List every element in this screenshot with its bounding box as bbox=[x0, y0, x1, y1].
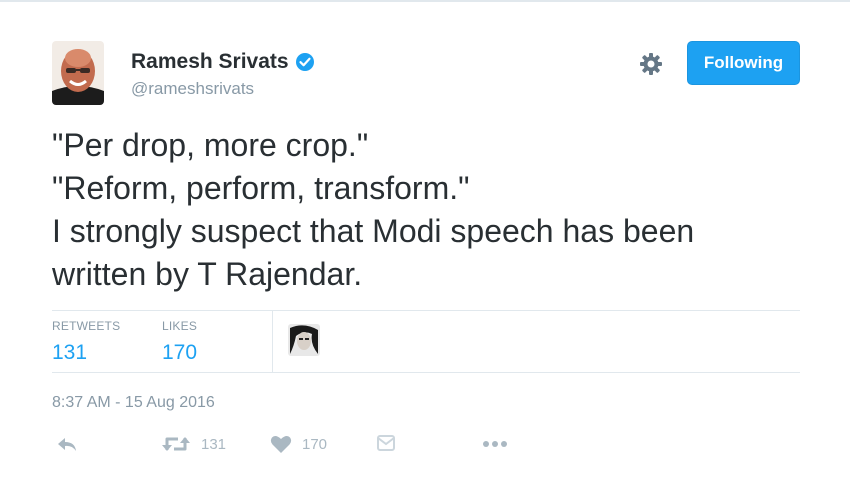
retweets-stat[interactable]: RETWEETS 131 bbox=[52, 319, 120, 365]
reply-icon[interactable] bbox=[56, 434, 78, 454]
like-button[interactable]: 170 bbox=[270, 434, 327, 454]
heart-icon[interactable] bbox=[270, 434, 292, 454]
more-button[interactable] bbox=[481, 434, 509, 454]
following-button[interactable]: Following bbox=[687, 41, 800, 85]
tweet-text: "Per drop, more crop." "Reform, perform,… bbox=[52, 124, 812, 296]
retweet-button[interactable]: 131 bbox=[161, 434, 226, 454]
likes-stat[interactable]: LIKES 170 bbox=[162, 319, 197, 365]
tweet-timestamp[interactable]: 8:37 AM - 15 Aug 2016 bbox=[52, 394, 215, 412]
author-handle[interactable]: @rameshsrivats bbox=[131, 79, 254, 99]
verified-badge-icon bbox=[295, 52, 315, 72]
retweets-count[interactable]: 131 bbox=[52, 341, 120, 365]
more-icon[interactable] bbox=[481, 434, 509, 454]
tweet-line: "Reform, perform, transform." bbox=[52, 170, 470, 206]
stats-bottom-divider bbox=[52, 372, 800, 373]
stats-top-divider bbox=[52, 310, 800, 311]
reply-button[interactable] bbox=[56, 434, 78, 454]
direct-message-button[interactable] bbox=[377, 434, 395, 452]
gear-icon[interactable] bbox=[639, 52, 663, 76]
author-name[interactable]: Ramesh Srivats bbox=[131, 50, 289, 74]
retweet-count: 131 bbox=[201, 435, 227, 453]
retweets-label: RETWEETS bbox=[52, 319, 121, 333]
retweet-icon[interactable] bbox=[161, 434, 191, 454]
window-top-border bbox=[0, 0, 850, 2]
tweet-line: written by T Rajendar. bbox=[52, 256, 363, 292]
liker-avatar[interactable] bbox=[288, 324, 320, 356]
tweet-line: I strongly suspect that Modi speech has … bbox=[52, 213, 695, 249]
like-count: 170 bbox=[302, 435, 328, 453]
tweet-line: "Per drop, more crop." bbox=[52, 127, 369, 163]
stats-separator bbox=[272, 311, 273, 372]
direct-message-icon[interactable] bbox=[377, 434, 395, 452]
author-name-row[interactable]: Ramesh Srivats bbox=[131, 50, 315, 74]
likes-label: LIKES bbox=[162, 319, 198, 333]
avatar[interactable] bbox=[52, 41, 104, 105]
likes-count[interactable]: 170 bbox=[162, 341, 197, 365]
